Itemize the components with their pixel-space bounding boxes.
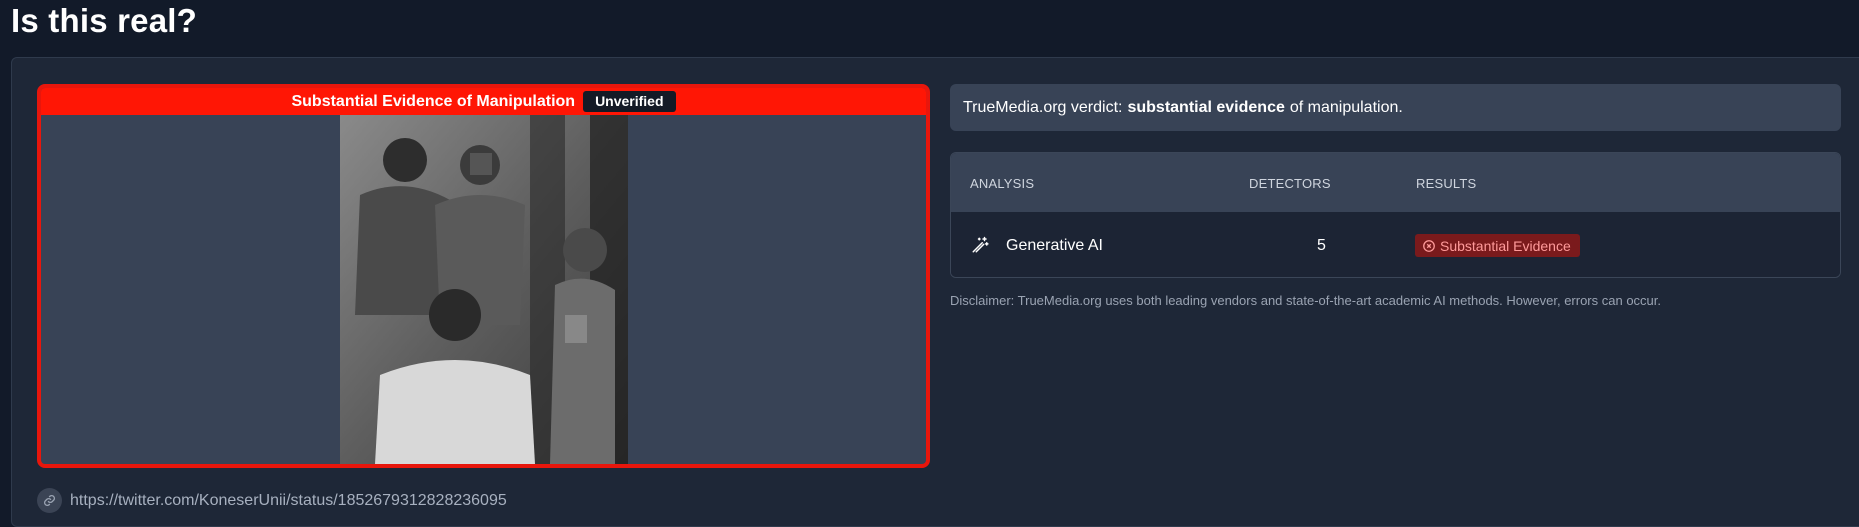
table-row[interactable]: Generative AI 5 Substantial Evidence: [951, 212, 1840, 277]
disclaimer-text: Disclaimer: TrueMedia.org uses both lead…: [950, 293, 1662, 308]
x-circle-icon: [1423, 239, 1435, 252]
analyzed-image[interactable]: [340, 115, 628, 464]
column-header-analysis: ANALYSIS: [970, 176, 1035, 191]
verdict-emphasis: substantial evidence: [1127, 98, 1285, 116]
analysis-name: Generative AI: [1006, 237, 1103, 254]
unverified-badge: Unverified: [583, 91, 676, 112]
media-preview: Substantial Evidence of Manipulation Unv…: [37, 84, 930, 468]
source-url-link[interactable]: https://twitter.com/KoneserUnii/status/1…: [70, 492, 507, 510]
page-title: Is this real?: [11, 2, 198, 39]
magic-wand-icon: [971, 236, 989, 259]
result-label: Substantial Evidence: [1440, 237, 1571, 254]
source-link-row: https://twitter.com/KoneserUnii/status/1…: [37, 488, 507, 513]
manipulation-verdict-banner: Substantial Evidence of Manipulation Unv…: [41, 88, 926, 115]
photo-placeholder-graphic: [340, 115, 628, 464]
analysis-table: ANALYSIS DETECTORS RESULTS Generative AI…: [950, 152, 1841, 278]
link-icon: [37, 488, 62, 513]
column-header-results: RESULTS: [1416, 176, 1477, 191]
verdict-banner-label: Substantial Evidence of Manipulation: [291, 92, 576, 110]
verdict-summary: TrueMedia.org verdict: substantial evide…: [950, 84, 1841, 131]
verdict-prefix: TrueMedia.org verdict:: [963, 98, 1123, 116]
result-status-badge: Substantial Evidence: [1415, 234, 1580, 257]
detector-count: 5: [1317, 237, 1326, 254]
column-header-detectors: DETECTORS: [1249, 176, 1331, 191]
table-header: ANALYSIS DETECTORS RESULTS: [951, 153, 1840, 212]
verdict-suffix: of manipulation.: [1289, 98, 1403, 116]
